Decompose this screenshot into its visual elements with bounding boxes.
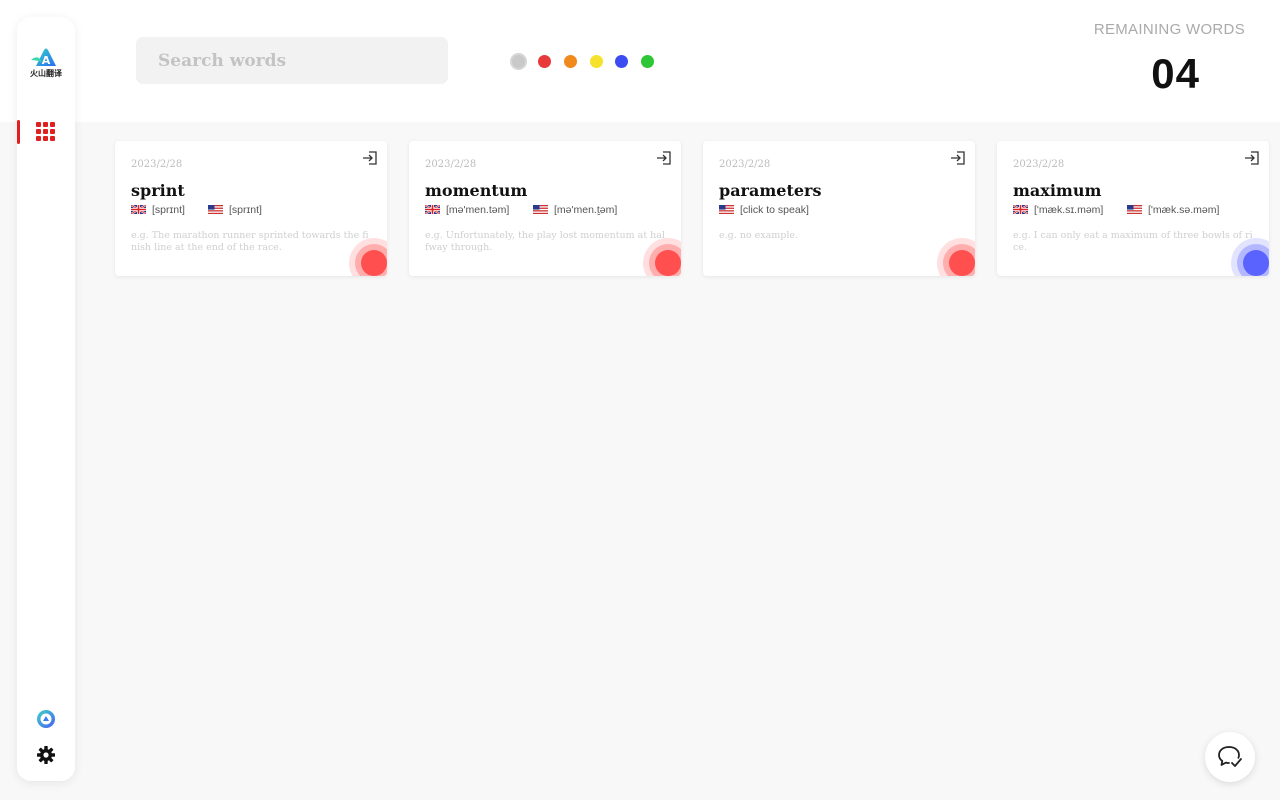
word-card[interactable]: 2023/2/28 sprint [sprɪnt] [sprɪnt] e.g. … [115,141,387,276]
uk-phonetic: ['mæk.sɪ.məm] [1034,204,1104,216]
volcano-logo-icon[interactable] [36,709,56,729]
uk-pronunciation[interactable]: [mə'men.təm] [425,204,509,216]
uk-flag-icon [1013,205,1028,214]
gear-icon[interactable] [36,745,56,765]
us-phonetic: [sprɪnt] [229,204,262,216]
card-word: maximum [1013,181,1102,200]
word-card[interactable]: 2023/2/28 momentum [mə'men.təm] [mə'men.… [409,141,681,276]
svg-text:A: A [42,54,51,67]
chat-feedback-button[interactable] [1205,732,1255,782]
us-flag-icon [719,205,734,214]
color-filter-orange[interactable] [564,55,577,68]
card-date: 2023/2/28 [719,159,771,170]
open-in-icon[interactable] [950,150,966,166]
us-flag-icon [208,205,223,214]
word-card[interactable]: 2023/2/28 maximum ['mæk.sɪ.məm] ['mæk.sə… [997,141,1269,276]
uk-pronunciation[interactable]: [sprɪnt] [131,204,185,216]
open-in-icon[interactable] [1244,150,1260,166]
logo-mark-icon: A [31,48,56,67]
card-color-marker [937,238,975,276]
us-phonetic: [mə'men.t̬əm] [554,204,618,216]
uk-phonetic: [sprɪnt] [152,204,185,216]
uk-pronunciation[interactable]: ['mæk.sɪ.məm] [1013,204,1103,216]
open-in-icon[interactable] [362,150,378,166]
card-word: sprint [131,181,185,200]
us-pronunciation[interactable]: [sprɪnt] [208,204,262,216]
us-pronunciation[interactable]: [mə'men.t̬əm] [533,204,617,216]
sidebar: A 火山翻译 [17,17,75,781]
color-filter-blue[interactable] [615,55,628,68]
card-date: 2023/2/28 [131,159,183,170]
us-flag-icon [533,205,548,214]
uk-flag-icon [425,205,440,214]
us-phonetic: [click to speak] [740,204,809,216]
card-example: e.g. Unfortunately, the play lost moment… [425,230,665,253]
open-in-icon[interactable] [656,150,672,166]
us-phonetic: ['mæk.sə.məm] [1148,204,1220,216]
card-example: e.g. I can only eat a maximum of three b… [1013,230,1253,253]
card-date: 2023/2/28 [425,159,477,170]
color-filter-green[interactable] [641,55,654,68]
card-example: e.g. The marathon runner sprinted toward… [131,230,369,253]
us-pronunciation[interactable]: [click to speak] [719,204,809,216]
uk-flag-icon [131,205,146,214]
us-pronunciation[interactable]: ['mæk.sə.məm] [1127,204,1219,216]
app-logo-text: 火山翻译 [30,69,62,78]
remaining-words-label: REMAINING WORDS [1093,21,1245,38]
color-filter-all[interactable] [510,53,527,70]
color-filter-red[interactable] [538,55,551,68]
card-word: momentum [425,181,528,200]
apps-grid-icon[interactable] [36,122,56,142]
chat-feedback-icon [1218,746,1242,767]
card-date: 2023/2/28 [1013,159,1065,170]
nav-active-indicator [17,120,20,144]
card-example: e.g. no example. [719,230,799,241]
us-flag-icon [1127,205,1142,214]
card-word: parameters [719,181,822,200]
app-logo[interactable]: A 火山翻译 [28,46,64,82]
color-filter-yellow[interactable] [590,55,603,68]
uk-phonetic: [mə'men.təm] [446,204,510,216]
search-input[interactable] [136,37,448,84]
remaining-words-count: 04 [1151,50,1200,97]
word-card[interactable]: 2023/2/28 parameters [click to speak] e.… [703,141,975,276]
